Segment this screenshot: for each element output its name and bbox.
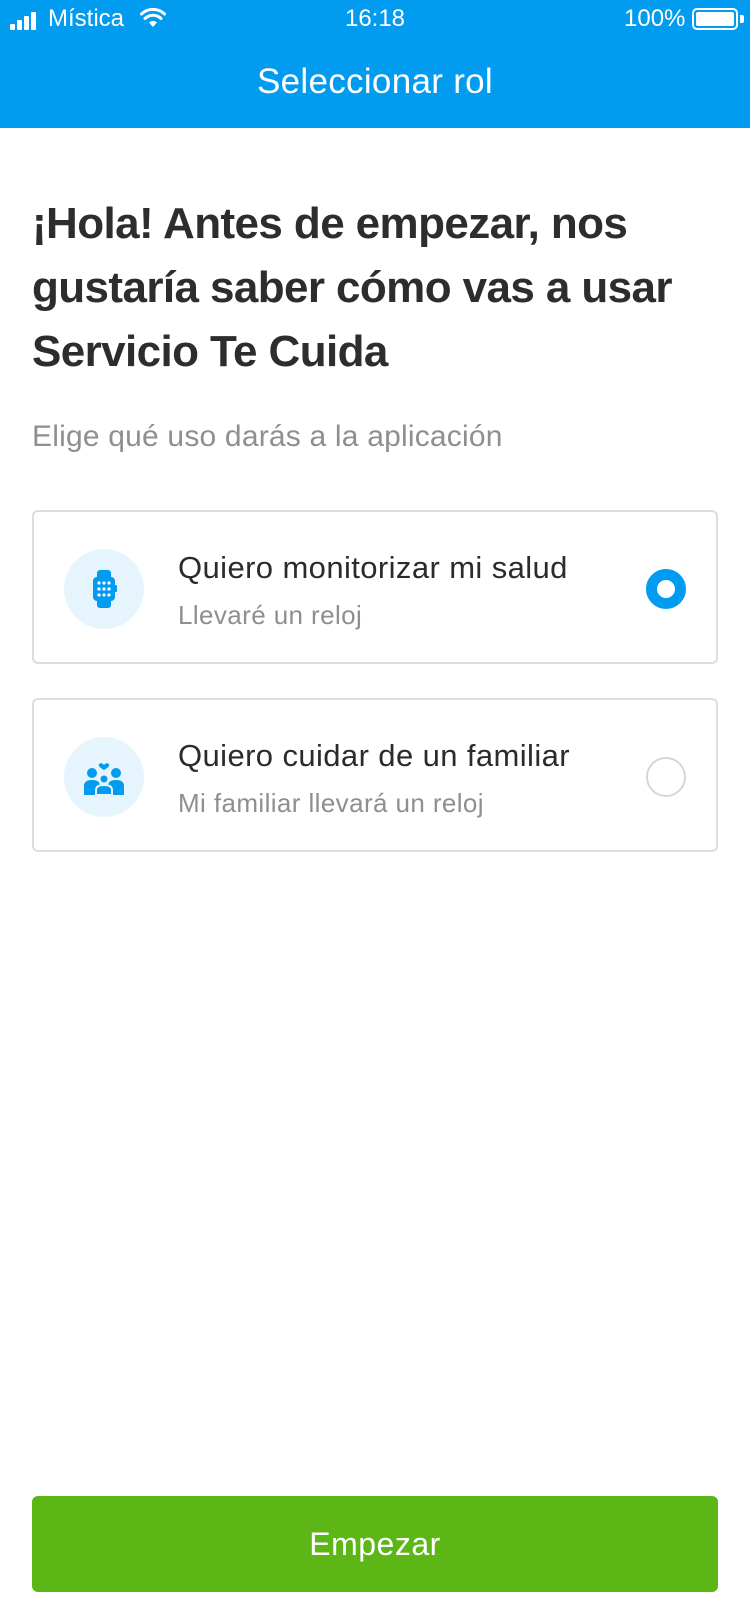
option-title: Quiero cuidar de un familiar — [178, 738, 570, 773]
start-button[interactable]: Empezar — [32, 1496, 718, 1592]
family-icon — [64, 737, 144, 817]
battery-tip — [740, 15, 744, 23]
status-bar: Mística 16:18 100% — [0, 0, 750, 40]
page-title: Seleccionar rol — [257, 62, 493, 101]
battery-percent: 100% — [624, 5, 686, 32]
role-option-family-care[interactable]: Quiero cuidar de un familiar Mi familiar… — [32, 698, 718, 852]
option-title: Quiero monitorizar mi salud — [178, 550, 568, 585]
radio-unselected[interactable] — [646, 757, 686, 797]
radio-selected[interactable] — [646, 569, 686, 609]
instruction-text: Elige qué uso darás a la aplicación — [32, 420, 503, 453]
option-subtitle: Llevaré un reloj — [178, 600, 363, 630]
role-option-monitor-health[interactable]: Quiero monitorizar mi salud Llevaré un r… — [32, 510, 718, 664]
option-subtitle: Mi familiar llevará un reloj — [178, 788, 484, 818]
battery-icon — [692, 8, 738, 30]
welcome-heading: ¡Hola! Antes de empezar, nos gustaría sa… — [32, 199, 672, 376]
app-header: Mística 16:18 100% Seleccionar rol — [0, 0, 750, 128]
smartwatch-icon — [64, 549, 144, 629]
